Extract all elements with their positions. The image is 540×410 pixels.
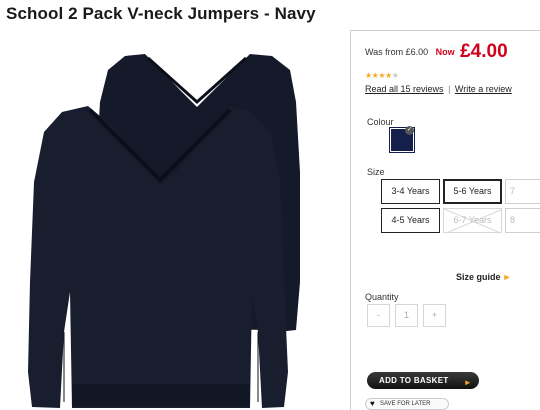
size-option-3-4[interactable]: 3-4 Years — [381, 179, 440, 204]
add-to-basket-button[interactable]: ADD TO BASKET ► — [367, 372, 479, 389]
star-icon: ★★★★ — [365, 71, 392, 80]
read-reviews-link[interactable]: Read all 15 reviews — [365, 84, 444, 94]
heart-icon: ♥ — [370, 399, 375, 408]
arrow-right-icon: ► — [463, 378, 472, 387]
arrow-right-icon: ► — [502, 272, 512, 282]
half-star-icon: ★ — [391, 71, 399, 80]
save-for-later-button[interactable]: ♥ SAVE FOR LATER — [365, 398, 449, 410]
size-option-6-7-unavailable: 6-7 Years — [443, 208, 502, 233]
product-panel: Was from £6.00 Now £4.00 ★★★★★ Read all … — [350, 30, 540, 410]
size-guide-link[interactable]: Size guide ► — [456, 272, 511, 282]
product-image[interactable] — [0, 32, 350, 410]
size-options: 3-4 Years 5-6 Years 7 4-5 Years 6-7 Year… — [381, 179, 540, 235]
save-for-later-label: SAVE FOR LATER — [380, 401, 431, 407]
quantity-input[interactable]: 1 — [395, 304, 418, 327]
size-guide-label: Size guide — [456, 272, 501, 282]
now-price: £4.00 — [460, 41, 508, 62]
was-price: Was from £6.00 — [365, 47, 429, 57]
quantity-decrease-button[interactable]: - — [367, 304, 390, 327]
star-rating: ★★★★★ — [365, 71, 399, 80]
quantity-increase-button[interactable]: + — [423, 304, 446, 327]
quantity-label: Quantity — [365, 292, 399, 302]
size-option-4-5[interactable]: 4-5 Years — [381, 208, 440, 233]
jumpers-illustration — [28, 54, 300, 408]
reviews-row: Read all 15 reviews | Write a review — [365, 84, 512, 94]
size-label: Size — [367, 167, 385, 177]
product-title: School 2 Pack V-neck Jumpers - Navy — [6, 4, 316, 23]
add-to-basket-label: ADD TO BASKET — [379, 376, 449, 385]
write-review-link[interactable]: Write a review — [455, 84, 512, 94]
reviews-separator: | — [448, 84, 451, 94]
size-option-7-partial[interactable]: 7 — [505, 179, 540, 204]
size-option-label: 6-7 Years — [453, 215, 492, 225]
selected-check-icon: ✓ — [405, 126, 414, 135]
now-label: Now — [435, 47, 455, 57]
size-option-5-6[interactable]: 5-6 Years — [443, 179, 502, 204]
price-row: Was from £6.00 Now £4.00 — [365, 41, 508, 63]
colour-label: Colour — [367, 117, 394, 127]
size-option-8-partial[interactable]: 8 — [505, 208, 540, 233]
